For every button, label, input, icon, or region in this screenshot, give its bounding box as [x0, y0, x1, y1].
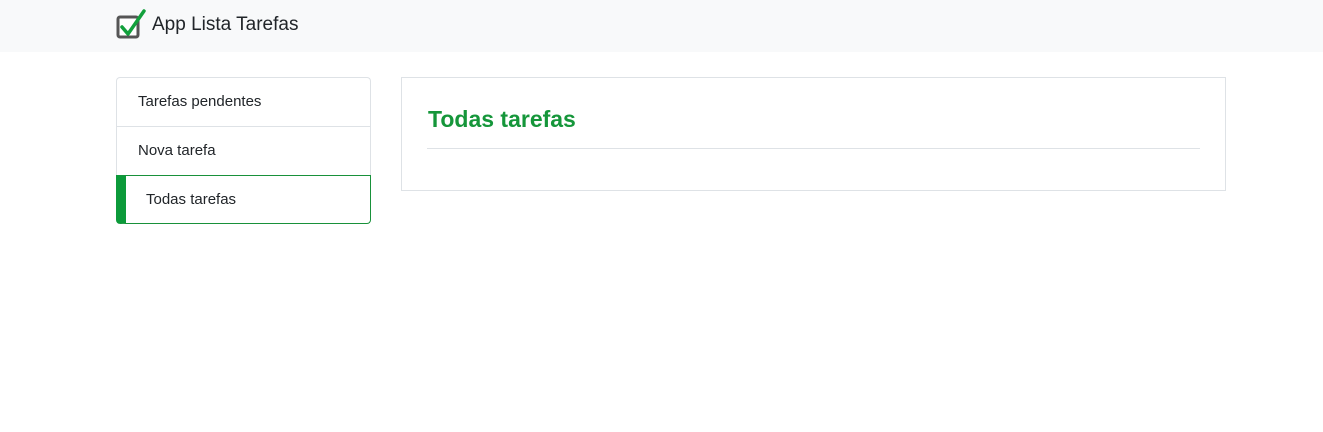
content-card: Todas tarefas — [401, 77, 1226, 191]
side-menu: Tarefas pendentes Nova tarefa Todas tare… — [116, 77, 371, 224]
title-divider — [427, 148, 1200, 149]
brand-link[interactable]: App Lista Tarefas — [115, 8, 298, 42]
page-title: Todas tarefas — [428, 106, 576, 132]
checkbox-checked-icon — [116, 9, 146, 39]
menu-item-tarefas-pendentes[interactable]: Tarefas pendentes — [116, 77, 371, 126]
navbar: App Lista Tarefas — [0, 0, 1323, 52]
menu-item-todas-tarefas[interactable]: Todas tarefas — [116, 175, 371, 224]
menu-item-nova-tarefa[interactable]: Nova tarefa — [116, 126, 371, 175]
brand-title: App Lista Tarefas — [152, 14, 299, 35]
